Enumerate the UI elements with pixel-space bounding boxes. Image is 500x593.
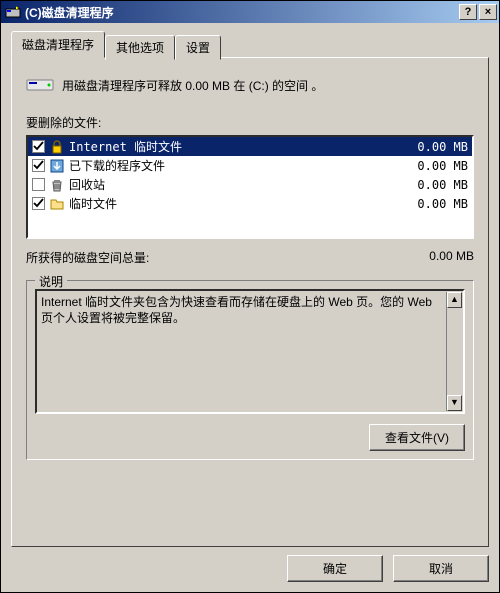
total-row: 所获得的磁盘空间总量: 0.00 MB <box>26 249 474 266</box>
help-button[interactable]: ? <box>459 4 477 20</box>
checkbox[interactable] <box>32 178 45 191</box>
scrollbar[interactable]: ▲ ▼ <box>446 292 462 411</box>
recycle-icon <box>49 177 65 193</box>
view-files-button[interactable]: 查看文件(V) <box>369 424 465 451</box>
checkbox[interactable] <box>32 159 45 172</box>
tab-settings[interactable]: 设置 <box>175 35 221 60</box>
scroll-down-icon[interactable]: ▼ <box>447 395 462 411</box>
tab-strip: 磁盘清理程序 其他选项 设置 <box>11 31 489 58</box>
table-row[interactable]: 已下载的程序文件 0.00 MB <box>28 156 472 175</box>
folder-icon <box>49 196 65 212</box>
checkbox[interactable] <box>32 197 45 210</box>
scroll-up-icon[interactable]: ▲ <box>447 292 462 308</box>
cancel-button[interactable]: 取消 <box>393 555 489 582</box>
total-value: 0.00 MB <box>429 249 474 266</box>
app-icon <box>5 4 21 20</box>
description-text: Internet 临时文件夹包含为快速查看而存储在硬盘上的 Web 页。您的 W… <box>41 295 432 325</box>
files-label: 要删除的文件: <box>26 114 474 131</box>
download-icon <box>49 158 65 174</box>
file-size: 0.00 MB <box>409 197 468 211</box>
tab-disk-cleanup[interactable]: 磁盘清理程序 <box>11 31 105 58</box>
view-files-label: 查看文件(V) <box>385 431 449 445</box>
close-button[interactable]: × <box>479 4 497 20</box>
file-name: Internet 临时文件 <box>69 138 405 155</box>
drive-icon <box>26 76 54 94</box>
table-row[interactable]: 临时文件 0.00 MB <box>28 194 472 213</box>
description-legend: 说明 <box>35 273 67 290</box>
files-listbox[interactable]: Internet 临时文件 0.00 MB 已下载的程序文件 0.00 MB 回收站 0.… <box>26 135 474 239</box>
tab-more-options[interactable]: 其他选项 <box>105 35 175 60</box>
summary-row: 用磁盘清理程序可释放 0.00 MB 在 (C:) 的空间 。 <box>26 76 474 94</box>
file-name: 回收站 <box>69 176 405 193</box>
file-size: 0.00 MB <box>409 159 468 173</box>
window-body: 磁盘清理程序 其他选项 设置 用磁盘清理程序可释放 0.00 MB 在 (C:)… <box>1 23 499 592</box>
file-name: 临时文件 <box>69 195 405 212</box>
description-group: 说明 Internet 临时文件夹包含为快速查看而存储在硬盘上的 Web 页。您… <box>26 280 474 460</box>
file-size: 0.00 MB <box>409 140 468 154</box>
file-name: 已下载的程序文件 <box>69 157 405 174</box>
summary-text: 用磁盘清理程序可释放 0.00 MB 在 (C:) 的空间 。 <box>62 77 474 94</box>
table-row[interactable]: Internet 临时文件 0.00 MB <box>28 137 472 156</box>
tab-panel: 用磁盘清理程序可释放 0.00 MB 在 (C:) 的空间 。 要删除的文件: … <box>11 57 489 547</box>
titlebar: (C)磁盘清理程序 ? × <box>1 1 499 23</box>
checkbox[interactable] <box>32 140 45 153</box>
dialog-buttons: 确定 取消 <box>11 555 489 582</box>
ok-button[interactable]: 确定 <box>287 555 383 582</box>
description-textbox: Internet 临时文件夹包含为快速查看而存储在硬盘上的 Web 页。您的 W… <box>35 289 465 414</box>
table-row[interactable]: 回收站 0.00 MB <box>28 175 472 194</box>
lock-icon <box>49 139 65 155</box>
total-label: 所获得的磁盘空间总量: <box>26 249 429 266</box>
disk-cleanup-window: (C)磁盘清理程序 ? × 磁盘清理程序 其他选项 设置 用磁盘清理程序可释放 … <box>0 0 500 593</box>
file-size: 0.00 MB <box>409 178 468 192</box>
window-title: (C)磁盘清理程序 <box>25 4 457 21</box>
